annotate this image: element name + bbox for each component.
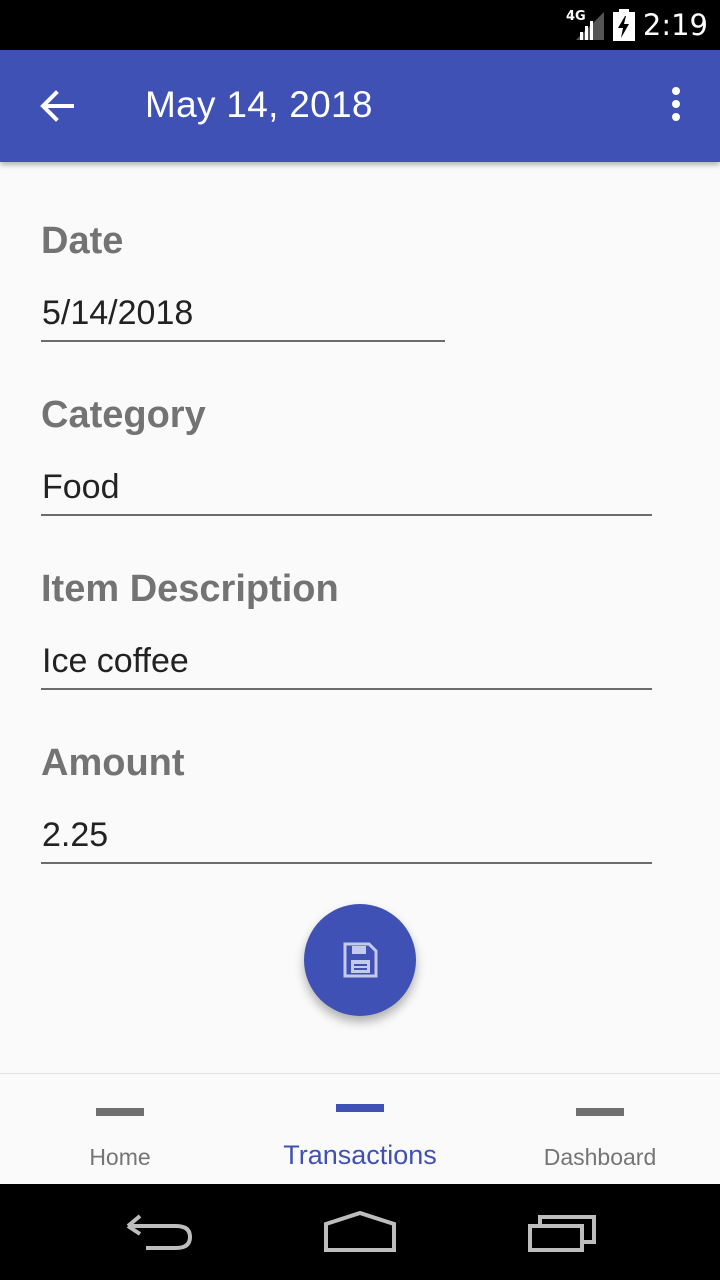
- bottom-navigation: Home Transactions Dashboard: [0, 1073, 720, 1185]
- nav-item-home[interactable]: Home: [0, 1074, 240, 1185]
- more-vert-icon: [672, 87, 680, 121]
- clock: 2:19: [642, 8, 708, 42]
- nav-label-home: Home: [89, 1144, 151, 1170]
- battery-charging-icon: [613, 9, 635, 41]
- amount-field[interactable]: [41, 814, 652, 864]
- overflow-menu-button[interactable]: [662, 86, 690, 126]
- system-recents-button[interactable]: [526, 1210, 598, 1254]
- save-icon: [343, 942, 378, 978]
- system-navigation-bar: [0, 1184, 720, 1280]
- category-label: Category: [41, 394, 206, 436]
- nav-item-dashboard[interactable]: Dashboard: [480, 1074, 720, 1185]
- nav-label-transactions: Transactions: [283, 1140, 437, 1170]
- nav-label-dashboard: Dashboard: [543, 1144, 657, 1170]
- transactions-icon: [336, 1104, 384, 1112]
- home-icon: [96, 1108, 144, 1116]
- signal-icon: [576, 12, 604, 40]
- save-button[interactable]: [304, 904, 416, 1016]
- date-label: Date: [41, 220, 124, 262]
- item-description-field[interactable]: [41, 640, 652, 690]
- status-bar: 4G 2:19: [0, 0, 720, 50]
- date-field[interactable]: [41, 292, 445, 342]
- back-button[interactable]: [36, 86, 76, 126]
- system-back-button[interactable]: [124, 1210, 196, 1254]
- item-description-label: Item Description: [41, 568, 339, 610]
- dashboard-icon: [576, 1108, 624, 1116]
- app-toolbar: May 14, 2018: [0, 50, 720, 162]
- page-title: May 14, 2018: [145, 84, 373, 125]
- nav-item-transactions[interactable]: Transactions: [240, 1074, 480, 1185]
- category-field[interactable]: [41, 466, 652, 516]
- system-home-button[interactable]: [322, 1210, 398, 1254]
- amount-label: Amount: [41, 742, 185, 784]
- arrow-back-icon: [40, 90, 74, 122]
